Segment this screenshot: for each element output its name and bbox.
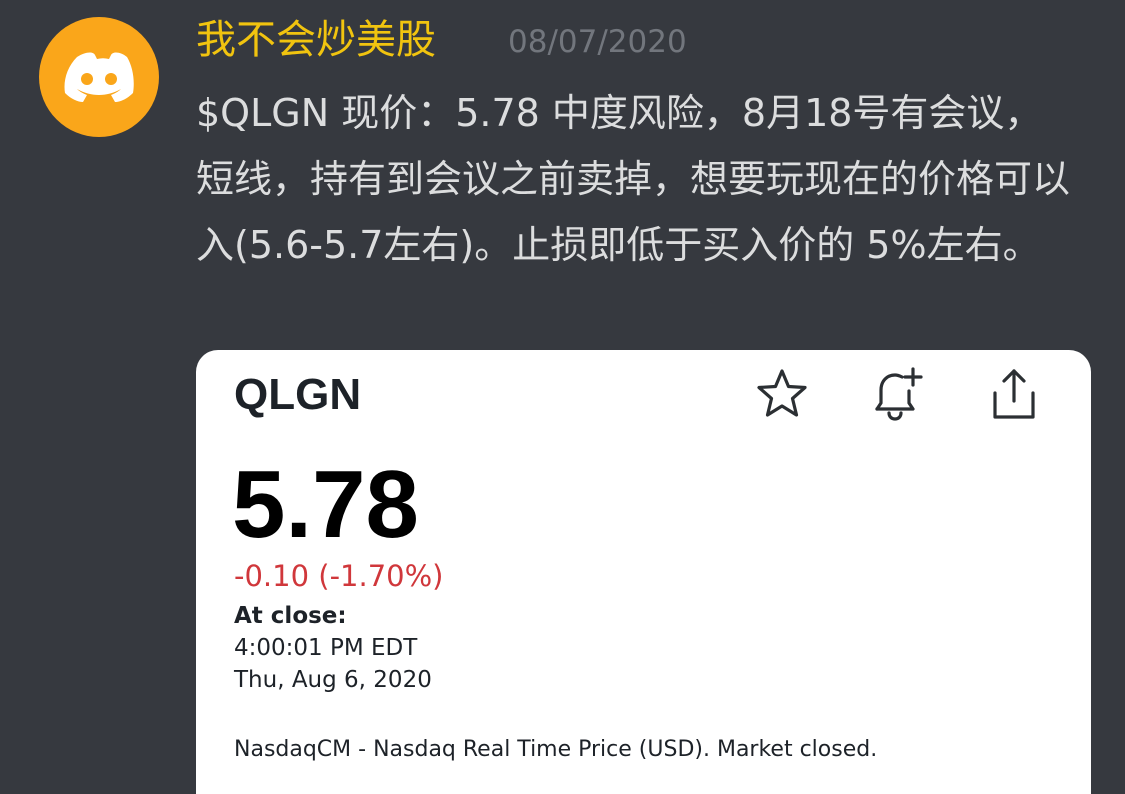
share-button[interactable] <box>984 364 1044 424</box>
ticker-symbol: QLGN <box>234 370 362 419</box>
watchlist-star-button[interactable] <box>752 364 812 424</box>
current-price: 5.78 <box>232 451 419 558</box>
star-icon <box>757 369 807 417</box>
close-label: At close: <box>234 603 347 629</box>
market-status-note: NasdaqCM - Nasdaq Real Time Price (USD).… <box>234 737 878 762</box>
chat-message: 我不会炒美股 08/07/2020 $QLGN 现价：5.78 中度风险，8月1… <box>0 0 1125 794</box>
share-icon <box>993 369 1035 419</box>
price-alert-button[interactable] <box>866 364 926 424</box>
close-date: Thu, Aug 6, 2020 <box>234 667 432 693</box>
message-content: $QLGN 现价：5.78 中度风险，8月18号有会议，短线，持有到会议之前卖掉… <box>196 91 1071 267</box>
discord-logo-icon <box>64 52 134 102</box>
price-change: -0.10 (-1.70%) <box>234 559 444 593</box>
avatar[interactable] <box>39 17 159 137</box>
message-timestamp: 08/07/2020 <box>508 24 687 60</box>
username[interactable]: 我不会炒美股 <box>196 14 436 66</box>
bell-plus-icon <box>875 367 923 421</box>
close-time: 4:00:01 PM EDT <box>234 635 418 661</box>
stock-quote-embed[interactable]: QLGN 5.78 -0.10 (-1.70%) At close: 4:00:… <box>196 350 1091 794</box>
